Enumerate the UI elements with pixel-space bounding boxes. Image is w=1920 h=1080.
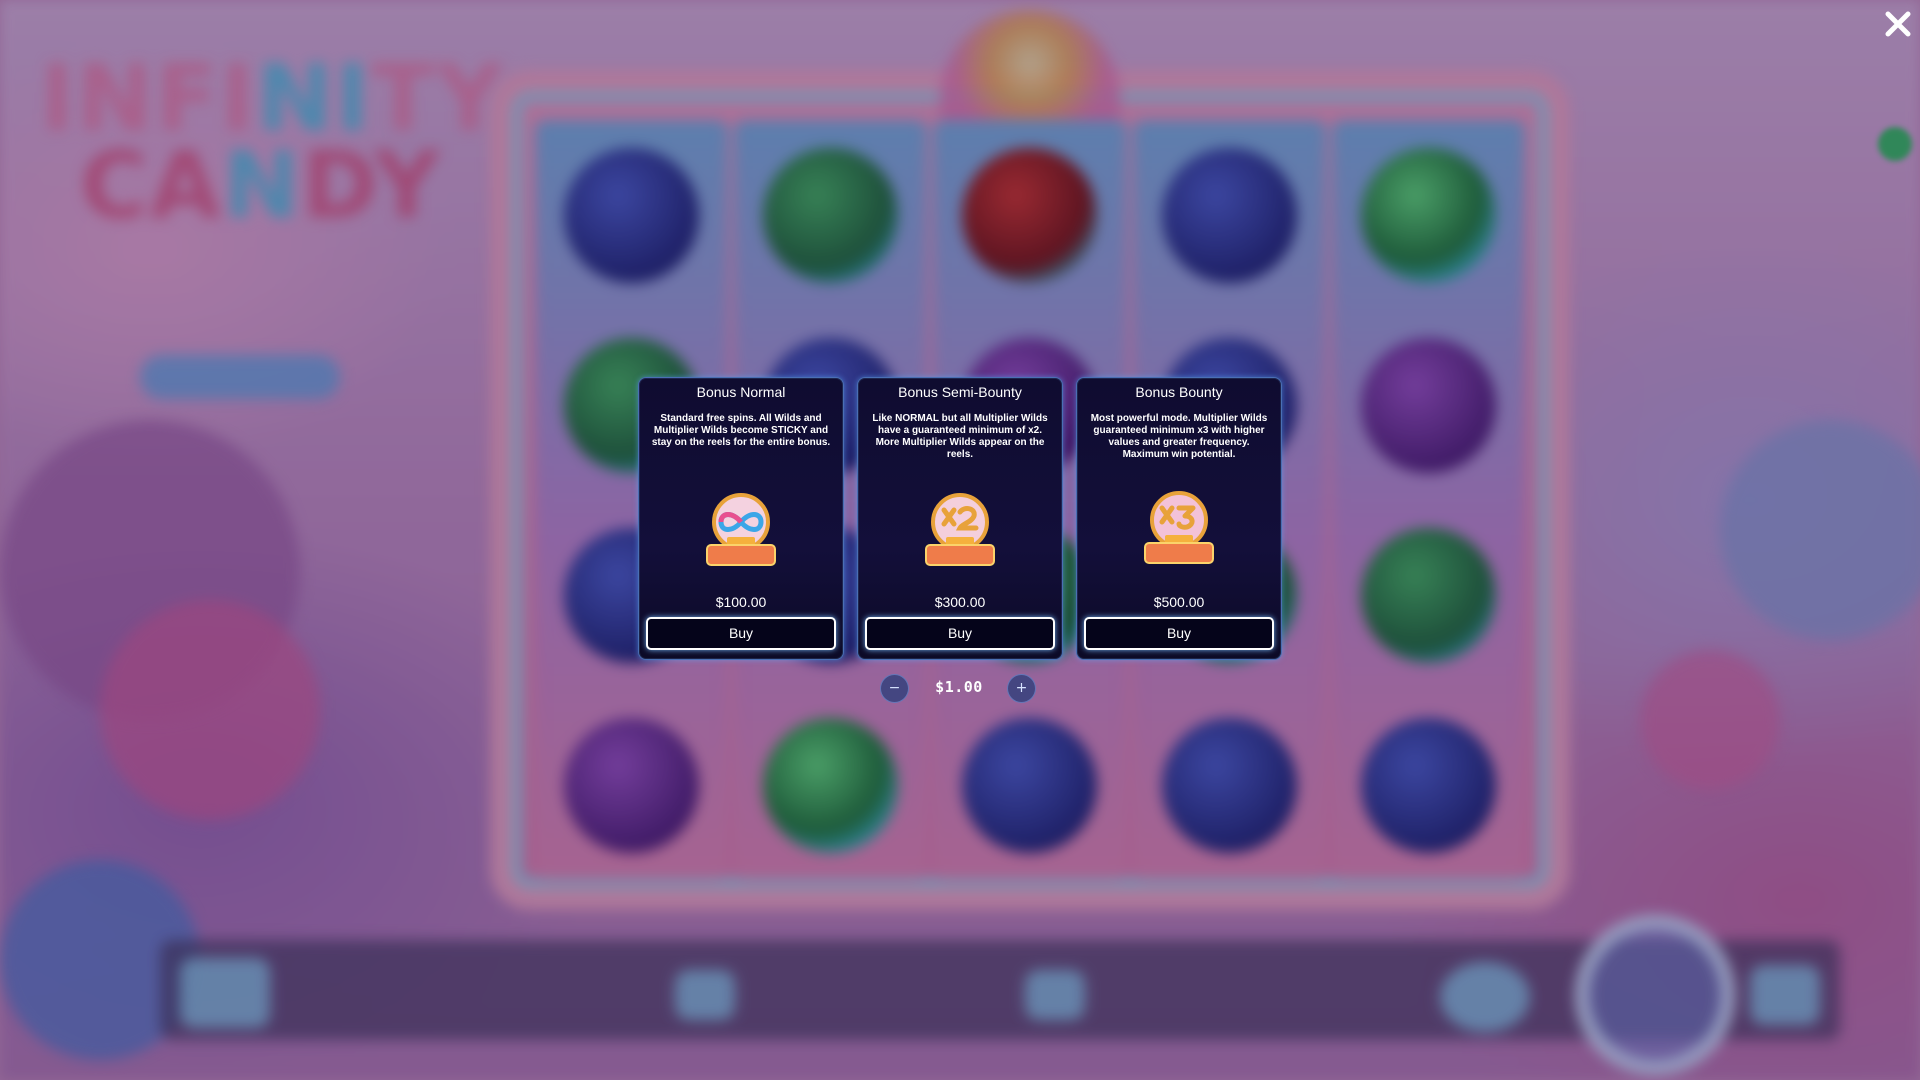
close-button[interactable]	[1882, 8, 1914, 40]
bonus-card-description: Like NORMAL but all Multiplier Wilds hav…	[872, 413, 1048, 460]
buy-button-bounty[interactable]: Buy	[1084, 617, 1274, 650]
bet-value: $1.00	[935, 678, 983, 696]
close-icon	[1885, 11, 1911, 37]
bet-increase-button[interactable]: +	[1007, 674, 1036, 703]
wild-bonus-infinity-icon	[701, 490, 781, 570]
bonus-card-semi-bounty: Bonus Semi-Bounty Like NORMAL but all Mu…	[857, 377, 1063, 660]
bonus-card-description: Most powerful mode. Multiplier Wilds gua…	[1090, 413, 1268, 460]
buy-button-normal[interactable]: Buy	[646, 617, 836, 650]
status-indicator	[1878, 127, 1912, 161]
bonus-card-bounty: Bonus Bounty Most powerful mode. Multipl…	[1076, 377, 1282, 660]
bonus-card-title: Bonus Semi-Bounty	[898, 384, 1022, 400]
wild-bonus-x2-icon	[920, 490, 1000, 570]
bonus-card-title: Bonus Normal	[696, 384, 786, 400]
wild-bonus-x3-icon	[1139, 490, 1219, 570]
bonus-card-description: Standard free spins. All Wilds and Multi…	[651, 413, 831, 448]
bonus-card-price: $300.00	[934, 594, 986, 610]
buy-button-semi-bounty[interactable]: Buy	[865, 617, 1055, 650]
bet-stepper: − $1.00 +	[880, 674, 1040, 704]
bet-decrease-button[interactable]: −	[880, 674, 909, 703]
bonus-card-price: $500.00	[1153, 594, 1205, 610]
bonus-card-price: $100.00	[715, 594, 767, 610]
bonus-card-title: Bonus Bounty	[1135, 384, 1223, 400]
bonus-card-normal: Bonus Normal Standard free spins. All Wi…	[638, 377, 844, 660]
bonus-buy-panel: Bonus Normal Standard free spins. All Wi…	[638, 377, 1282, 660]
